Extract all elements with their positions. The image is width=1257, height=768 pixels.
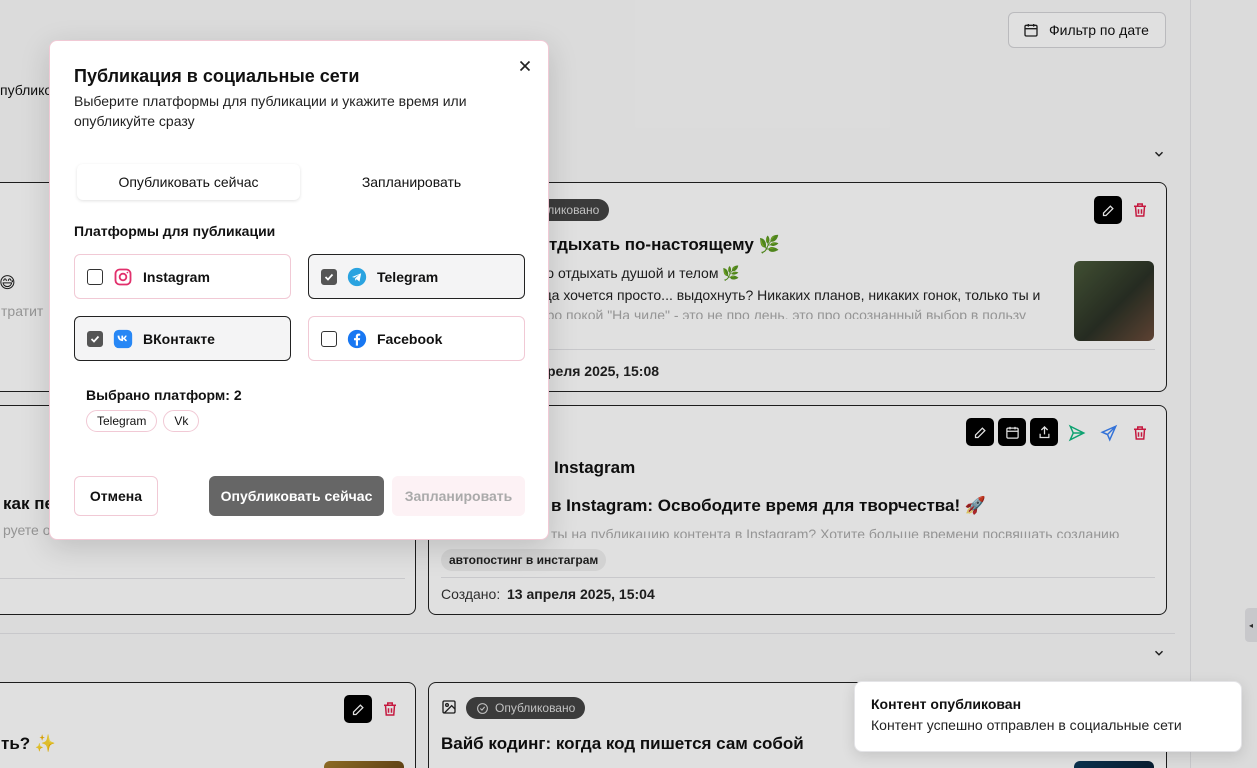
selected-platforms-count: Выбрано платформ: 2 (86, 387, 242, 403)
checkmark-icon (324, 273, 334, 281)
facebook-icon (347, 329, 367, 349)
schedule-button[interactable]: Запланировать (392, 476, 525, 516)
selected-chip-telegram: Telegram (86, 410, 158, 432)
checkbox-instagram[interactable] (87, 268, 103, 285)
toast-description: Контент успешно отправлен в социальные с… (871, 717, 1182, 733)
publish-dialog: Публикация в социальные сети Выберите пл… (49, 40, 549, 540)
tab-schedule[interactable]: Запланировать (300, 164, 523, 200)
platform-option-instagram[interactable]: Instagram (74, 254, 291, 299)
platforms-section-label: Платформы для публикации (74, 223, 276, 239)
cancel-button[interactable]: Отмена (74, 476, 158, 516)
platform-option-facebook[interactable]: Facebook (308, 316, 525, 361)
platform-option-telegram[interactable]: Telegram (308, 254, 525, 299)
checkbox-facebook[interactable] (321, 330, 337, 347)
tab-publish-now[interactable]: Опубликовать сейчас (77, 164, 300, 200)
instagram-icon (113, 267, 133, 287)
toast-title: Контент опубликован (871, 696, 1022, 712)
success-toast: Контент опубликован Контент успешно отпр… (854, 681, 1242, 752)
vk-icon (113, 329, 133, 349)
close-icon[interactable] (516, 57, 534, 75)
platform-name: ВКонтакте (143, 330, 215, 347)
dialog-title: Публикация в социальные сети (74, 66, 360, 86)
platform-name: Telegram (377, 268, 439, 285)
publish-mode-tabs: Опубликовать сейчас Запланировать (74, 161, 526, 203)
platform-name: Facebook (377, 330, 443, 347)
selected-platforms-chips: Telegram Vk (86, 410, 200, 432)
selected-chip-vk: Vk (163, 410, 200, 432)
checkbox-telegram[interactable] (321, 268, 337, 285)
telegram-icon (347, 267, 367, 287)
publish-now-button[interactable]: Опубликовать сейчас (209, 476, 384, 516)
dialog-description: Выберите платформы для публикации и укаж… (74, 93, 467, 129)
checkbox-vk[interactable] (87, 330, 103, 347)
platform-name: Instagram (143, 268, 210, 285)
platform-option-vk[interactable]: ВКонтакте (74, 316, 291, 361)
checkmark-icon (90, 335, 100, 343)
